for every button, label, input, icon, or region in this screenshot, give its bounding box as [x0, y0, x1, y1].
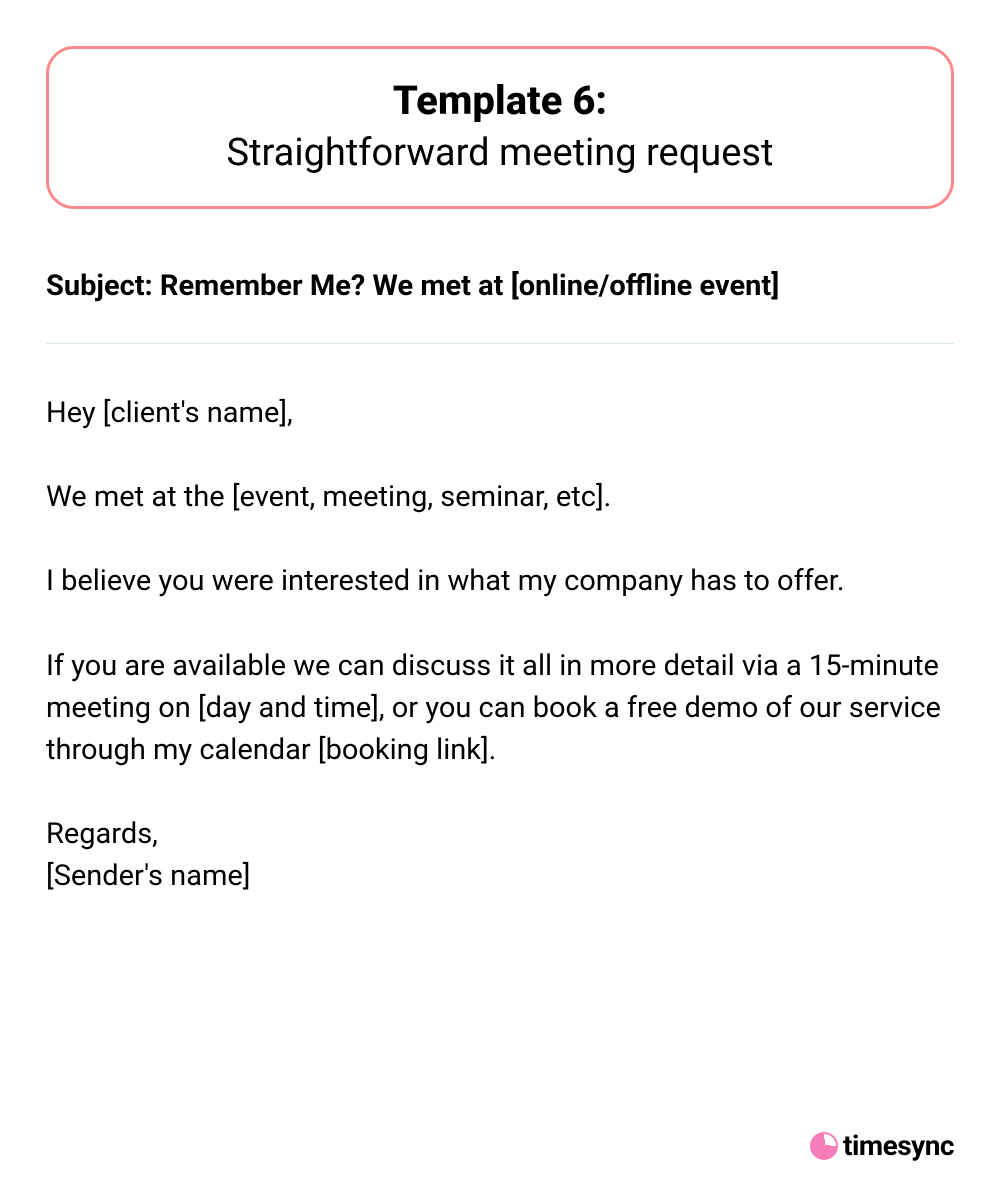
greeting: Hey [client's name], — [46, 392, 954, 434]
template-header-box: Template 6: Straightforward meeting requ… — [46, 46, 954, 209]
sender-name: [Sender's name] — [46, 859, 250, 893]
closing: Regards, — [46, 817, 158, 851]
body-line-1: We met at the [event, meeting, seminar, … — [46, 476, 954, 518]
email-subject: Subject: Remember Me? We met at [online/… — [46, 269, 954, 303]
brand-logo: timesync — [809, 1129, 954, 1162]
timesync-icon — [809, 1131, 839, 1161]
signature-block: Regards, [Sender's name] — [46, 813, 954, 897]
template-subtitle: Straightforward meeting request — [89, 129, 911, 178]
email-body: Hey [client's name], We met at the [even… — [46, 392, 954, 896]
body-line-2: I believe you were interested in what my… — [46, 560, 954, 602]
body-line-3: If you are available we can discuss it a… — [46, 645, 954, 771]
brand-name: timesync — [843, 1129, 954, 1162]
template-title: Template 6: — [89, 77, 911, 125]
divider — [46, 343, 954, 344]
